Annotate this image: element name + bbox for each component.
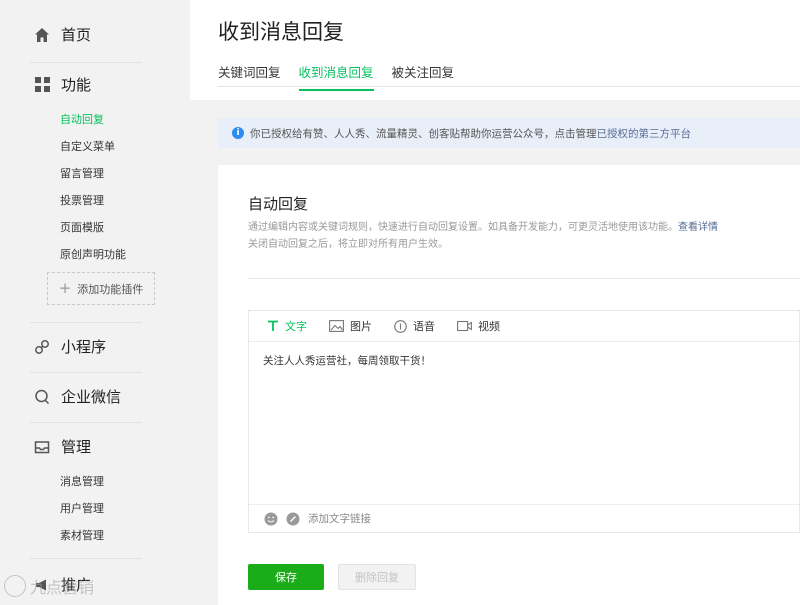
view-details-link[interactable]: 查看详情 xyxy=(678,222,718,233)
grid-icon xyxy=(32,75,52,95)
description-line-2: 关闭自动回复之后，将立即对所有用户生效。 xyxy=(248,239,448,250)
auto-reply-card: 自动回复 通过编辑内容或关键词规则，快速进行自动回复设置。如具备开发能力，可更灵… xyxy=(218,165,800,605)
sidebar-item-comments[interactable]: 留言管理 xyxy=(60,165,104,181)
description-text: 通过编辑内容或关键词规则，快速进行自动回复设置。如具备开发能力，可更灵活地使用该… xyxy=(248,222,678,233)
editor-tab-audio[interactable]: 语音 xyxy=(394,318,435,334)
nav-features[interactable]: 功能 xyxy=(32,74,91,95)
divider xyxy=(30,422,142,423)
home-icon xyxy=(32,25,52,45)
add-plugin-button[interactable]: + 添加功能插件 xyxy=(47,272,155,305)
sidebar-item-materials[interactable]: 素材管理 xyxy=(60,527,104,543)
image-icon xyxy=(329,320,344,332)
delete-reply-button[interactable]: 删除回复 xyxy=(338,564,416,590)
nav-work-wechat[interactable]: 企业微信 xyxy=(32,386,121,407)
description-line-1: 通过编辑内容或关键词规则，快速进行自动回复设置。如具备开发能力，可更灵活地使用该… xyxy=(248,218,718,233)
watermark: 九点营销 xyxy=(4,574,94,598)
add-plugin-label: 添加功能插件 xyxy=(77,282,144,296)
nav-miniprogram-label: 小程序 xyxy=(61,338,107,356)
editor-tab-audio-label: 语音 xyxy=(413,320,435,333)
nav-management-label: 管理 xyxy=(61,438,92,456)
editor-tab-video[interactable]: 视频 xyxy=(457,318,500,334)
sidebar-item-users[interactable]: 用户管理 xyxy=(60,500,104,516)
page-title: 收到消息回复 xyxy=(218,20,344,44)
text-icon xyxy=(267,320,279,332)
reply-text-area[interactable]: 关注人人秀运营社，每周领取干货！ xyxy=(263,353,431,368)
divider xyxy=(30,558,142,559)
authorization-notice: i 你已授权给有赞、人人秀、流量精灵、创客贴帮助你运营公众号，点击管理 已授权的… xyxy=(218,118,800,148)
nav-work-wechat-label: 企业微信 xyxy=(61,388,122,406)
sidebar-item-original-declaration[interactable]: 原创声明功能 xyxy=(60,246,126,262)
info-icon: i xyxy=(232,127,244,139)
link-icon xyxy=(286,512,300,526)
divider xyxy=(30,322,142,323)
sidebar-item-messages[interactable]: 消息管理 xyxy=(60,473,104,489)
watermark-logo-icon xyxy=(4,575,26,597)
nav-features-label: 功能 xyxy=(61,76,92,94)
editor-tab-video-label: 视频 xyxy=(478,320,500,333)
notice-text: 你已授权给有赞、人人秀、流量精灵、创客贴帮助你运营公众号，点击管理 xyxy=(250,127,597,140)
divider xyxy=(248,278,800,279)
save-button[interactable]: 保存 xyxy=(248,564,324,590)
sidebar-item-custom-menu[interactable]: 自定义菜单 xyxy=(60,138,115,154)
editor-tab-image-label: 图片 xyxy=(350,320,372,333)
emoji-icon[interactable] xyxy=(264,512,278,526)
sidebar-item-votes[interactable]: 投票管理 xyxy=(60,192,104,208)
divider xyxy=(30,372,142,373)
inbox-icon xyxy=(32,437,52,457)
sidebar-item-auto-reply[interactable]: 自动回复 xyxy=(60,111,104,127)
editor-toolbar: 文字 图片 语音 视频 xyxy=(249,311,799,342)
editor-footer: 添加文字链接 xyxy=(249,504,799,532)
tab-underline-divider xyxy=(218,86,800,87)
divider xyxy=(30,62,142,63)
third-party-link[interactable]: 已授权的第三方平台 xyxy=(597,126,692,141)
nav-miniprogram[interactable]: 小程序 xyxy=(32,336,106,357)
link-icon xyxy=(32,337,52,357)
section-title: 自动回复 xyxy=(248,195,309,213)
sidebar: 首页 功能 自动回复 自定义菜单 留言管理 投票管理 页面模版 原创声明功能 +… xyxy=(0,0,190,605)
watermark-text: 九点营销 xyxy=(30,578,95,597)
nav-home-label: 首页 xyxy=(61,26,92,44)
editor-tab-text-label: 文字 xyxy=(285,320,307,333)
nav-management[interactable]: 管理 xyxy=(32,436,91,457)
chat-icon xyxy=(32,387,52,407)
plus-icon: + xyxy=(58,279,72,297)
audio-icon xyxy=(394,319,407,333)
add-link-button[interactable]: 添加文字链接 xyxy=(308,511,371,526)
editor-tab-text[interactable]: 文字 xyxy=(267,318,307,334)
nav-home[interactable]: 首页 xyxy=(32,24,91,45)
page-header: 收到消息回复 关键词回复 收到消息回复 被关注回复 xyxy=(190,0,800,100)
editor-tab-image[interactable]: 图片 xyxy=(329,318,372,334)
reply-editor: 文字 图片 语音 视频 关注人人秀运营社，每周领取干货！ 添加文字链接 xyxy=(248,310,800,533)
video-icon xyxy=(457,320,472,332)
sidebar-item-page-template[interactable]: 页面模版 xyxy=(60,219,104,235)
